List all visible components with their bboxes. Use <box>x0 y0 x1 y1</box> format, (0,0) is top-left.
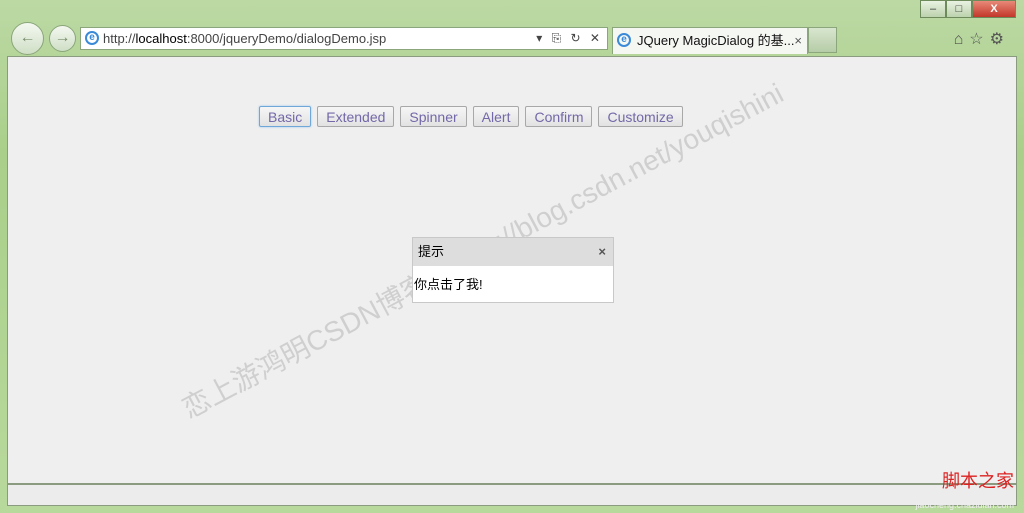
basic-button[interactable]: Basic <box>259 106 312 127</box>
extended-button[interactable]: Extended <box>317 106 395 127</box>
status-bar <box>7 484 1017 506</box>
ie-icon: e <box>617 33 631 47</box>
spinner-button[interactable]: Spinner <box>400 106 467 127</box>
minimize-button[interactable]: – <box>920 0 946 18</box>
back-button[interactable]: ← <box>11 22 44 55</box>
customize-button[interactable]: Customize <box>598 106 683 127</box>
alert-button[interactable]: Alert <box>472 106 520 127</box>
confirm-button[interactable]: Confirm <box>525 106 593 127</box>
close-icon[interactable]: × <box>598 238 606 266</box>
browser-chrome: – □ X ← → e http://localhost:8000/jquery… <box>0 0 1024 56</box>
dialog: 提示 × 你点击了我! <box>412 237 614 303</box>
tab-active[interactable]: e JQuery MagicDialog 的基... × <box>612 27 808 54</box>
dialog-message: 你点击了我! <box>414 277 483 292</box>
ie-icon: e <box>85 31 99 45</box>
demo-button-bar: Basic Extended Spinner Alert Confirm Cus… <box>259 106 683 127</box>
maximize-button[interactable]: □ <box>946 0 972 18</box>
close-window-button[interactable]: X <box>972 0 1016 18</box>
dialog-header[interactable]: 提示 × <box>413 238 613 266</box>
forward-button[interactable]: → <box>49 25 76 52</box>
address-actions-icons[interactable]: ▾ ⎘ ↻ ✕ <box>536 28 603 49</box>
toolbar-icons-home-favorites-settings[interactable]: ⌂☆⚙ <box>954 29 1010 49</box>
tab-close-icon[interactable]: × <box>794 28 802 53</box>
address-bar[interactable]: e http://localhost:8000/jqueryDemo/dialo… <box>80 27 608 50</box>
watermark-line1: 恋上游鸿明CSDN博客 <box>177 267 435 425</box>
url-host: localhost <box>135 31 187 46</box>
tab-title: JQuery MagicDialog 的基... <box>637 33 795 48</box>
page-content: Basic Extended Spinner Alert Confirm Cus… <box>7 56 1017 484</box>
dialog-title: 提示 <box>418 244 445 259</box>
corner-logo: 脚本之家 <box>942 471 1014 491</box>
corner-logo-sub: jiaocheng.chazidian.com <box>915 500 1014 510</box>
window-controls: – □ X <box>920 0 1016 18</box>
url-rest: :8000/jqueryDemo/dialogDemo.jsp <box>186 31 387 46</box>
new-tab-button[interactable] <box>808 27 837 53</box>
url-prefix: http:// <box>103 31 136 46</box>
